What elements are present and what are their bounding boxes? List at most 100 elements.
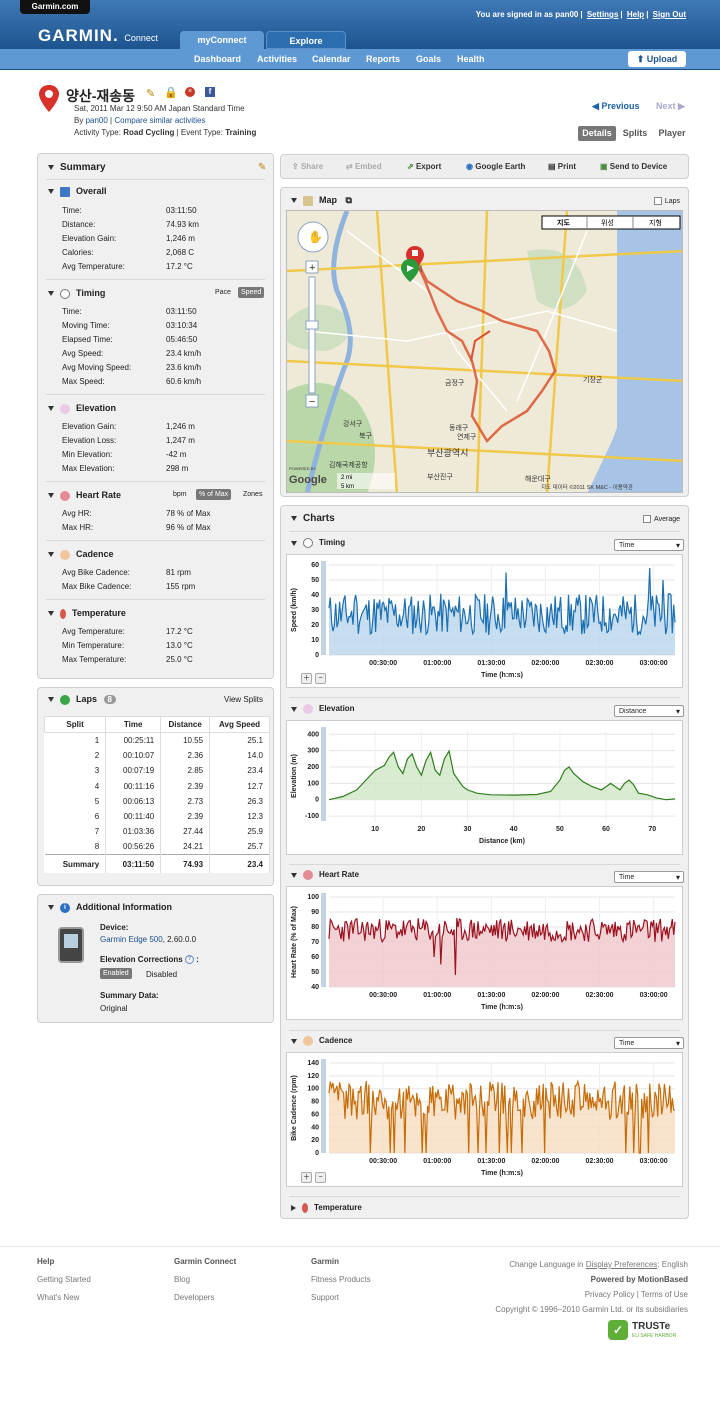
timing-x-axis-select[interactable]: Time bbox=[614, 539, 684, 551]
svg-text:+: + bbox=[309, 262, 315, 274]
temperature-chart-header[interactable]: Temperature bbox=[291, 1203, 362, 1213]
cadence-header[interactable]: Cadence bbox=[48, 549, 114, 560]
table-row[interactable]: 2 00:10:07 2.36 14.0 bbox=[44, 747, 270, 764]
help-link[interactable]: Help bbox=[627, 10, 644, 19]
enabled-toggle[interactable]: Enabled bbox=[100, 968, 132, 979]
zoom-out-icon[interactable]: − bbox=[315, 673, 326, 684]
speed-toggle[interactable]: Speed bbox=[238, 287, 265, 298]
help-icon[interactable]: ? bbox=[184, 955, 194, 965]
map-type-satellite[interactable]: 위성 bbox=[601, 218, 614, 227]
share-button[interactable]: ⇪ Share bbox=[292, 162, 323, 171]
cadence-chart[interactable]: 0 20 40 60 80 100 120 140 00:30:00 01:00:00 01:30:… bbox=[286, 1052, 683, 1187]
charts-header[interactable]: Charts bbox=[291, 513, 335, 524]
y-tick-label: 0 bbox=[315, 1150, 319, 1157]
table-row[interactable]: 1 00:25:11 10.55 25.1 bbox=[44, 732, 270, 748]
heart-rate-chart[interactable]: 40 50 60 70 80 90 100 00:30:00 01:00:00 01:30:00 0… bbox=[286, 886, 683, 1020]
zoom-out-icon[interactable]: − bbox=[315, 1172, 326, 1183]
footer-link[interactable]: Getting Started bbox=[37, 1275, 91, 1284]
edit-icon[interactable]: ✎ bbox=[146, 87, 155, 100]
table-row[interactable]: 4 00:11:16 2.39 12.7 bbox=[44, 778, 270, 794]
zoom-in-icon[interactable]: ＋ bbox=[301, 673, 312, 684]
map-type-map[interactable]: 지도 bbox=[557, 218, 570, 227]
signout-link[interactable]: Sign Out bbox=[653, 10, 686, 19]
overall-header[interactable]: Overall bbox=[48, 186, 107, 197]
divider bbox=[289, 697, 680, 698]
percent-max-toggle[interactable]: % of Max bbox=[196, 489, 232, 500]
compare-link[interactable]: Compare similar activities bbox=[114, 116, 205, 125]
laps-header[interactable]: Laps 8 bbox=[48, 694, 116, 705]
tab-myconnect[interactable]: myConnect bbox=[180, 31, 264, 49]
y-tick-label: 90 bbox=[311, 909, 319, 916]
elevation-chart-header[interactable]: Elevation bbox=[291, 704, 355, 714]
user-link[interactable]: pan00 bbox=[86, 116, 108, 125]
heart-rate-header[interactable]: Heart Rate bbox=[48, 490, 121, 501]
garmin-com-link[interactable]: Garmin.com bbox=[20, 0, 90, 14]
map-header[interactable]: Map ⧉ bbox=[291, 195, 352, 206]
view-details[interactable]: Details bbox=[578, 126, 616, 141]
cadence-chart-header[interactable]: Cadence bbox=[291, 1036, 352, 1046]
speed-chart[interactable]: 0 10 20 30 40 50 60 00:30:00 01:00:00 01:30:00 02:… bbox=[286, 554, 683, 688]
timing-header[interactable]: Timing bbox=[48, 288, 105, 299]
route-map[interactable]: 양산시 금정구 부산광역시 동래구 연제구 기장군 강서구 북구 해운대구 부산… bbox=[286, 210, 683, 493]
pace-toggle[interactable]: Pace bbox=[212, 287, 234, 298]
previous-link[interactable]: ◀ Previous bbox=[592, 101, 639, 112]
additional-info-header[interactable]: i Additional Information bbox=[48, 902, 172, 913]
activity-title[interactable]: 양산-재송동 bbox=[66, 86, 135, 106]
tab-explore[interactable]: Explore bbox=[266, 31, 346, 49]
upload-button[interactable]: ⬆ Upload bbox=[628, 51, 686, 67]
export-button[interactable]: ⇗ Export bbox=[407, 162, 441, 171]
embed-icon: ⇄ bbox=[346, 162, 353, 171]
temperature-header[interactable]: Temperature bbox=[48, 608, 126, 619]
heart-rate-x-axis-select[interactable]: Time bbox=[614, 871, 684, 883]
nav-activities[interactable]: Activities bbox=[257, 54, 297, 64]
lock-icon[interactable]: 🔒 bbox=[164, 86, 178, 99]
summary-header[interactable]: Summary bbox=[48, 162, 106, 173]
nav-dashboard[interactable]: Dashboard bbox=[194, 54, 241, 64]
zones-toggle[interactable]: Zones bbox=[240, 489, 265, 500]
disabled-toggle[interactable]: Disabled bbox=[146, 970, 177, 979]
footer-link[interactable]: Fitness Products bbox=[311, 1275, 371, 1284]
footer-link[interactable]: Developers bbox=[174, 1293, 214, 1302]
embed-button[interactable]: ⇄ Embed bbox=[346, 162, 382, 171]
facebook-icon[interactable]: f bbox=[205, 87, 215, 97]
elevation-chart[interactable]: -100 0 100 200 300 400 10 20 30 40 50 60 70 Distance … bbox=[286, 720, 683, 855]
settings-link[interactable]: Settings bbox=[587, 10, 619, 19]
device-link[interactable]: Garmin Edge 500 bbox=[100, 935, 163, 944]
table-row[interactable]: 7 01:03:36 27.44 25.9 bbox=[44, 824, 270, 840]
view-player[interactable]: Player bbox=[655, 126, 689, 141]
popout-icon[interactable]: ⧉ bbox=[346, 195, 352, 205]
nav-goals[interactable]: Goals bbox=[416, 54, 441, 64]
laps-checkbox[interactable]: Laps bbox=[653, 197, 680, 205]
display-preferences-link[interactable]: Display Preferences bbox=[586, 1260, 658, 1269]
send-to-device-button[interactable]: ▣ Send to Device bbox=[600, 162, 667, 171]
nav-health[interactable]: Health bbox=[457, 54, 485, 64]
footer-link[interactable]: Blog bbox=[174, 1275, 190, 1284]
view-splits-link[interactable]: View Splits bbox=[224, 695, 263, 704]
google-earth-button[interactable]: ◉ Google Earth bbox=[466, 162, 525, 171]
map-type-terrain[interactable]: 지형 bbox=[649, 218, 662, 227]
elevation-x-axis-select[interactable]: Distance bbox=[614, 705, 684, 717]
policy-links[interactable]: Privacy Policy | Terms of Use bbox=[585, 1290, 688, 1299]
table-row[interactable]: 5 00:06:13 2.73 26.3 bbox=[44, 793, 270, 809]
elevation-header[interactable]: Elevation bbox=[48, 403, 116, 414]
table-row[interactable]: 3 00:07:19 2.85 23.4 bbox=[44, 763, 270, 779]
footer-link[interactable]: What's New bbox=[37, 1293, 79, 1302]
table-row[interactable]: 8 00:56:26 24.21 25.7 bbox=[44, 839, 270, 855]
garmin-logo[interactable]: GARMIN. Connect bbox=[38, 26, 158, 46]
view-splits[interactable]: Splits bbox=[620, 126, 650, 141]
zoom-in-icon[interactable]: ＋ bbox=[301, 1172, 312, 1183]
delete-icon[interactable]: × bbox=[185, 87, 195, 97]
timing-chart-header[interactable]: Timing bbox=[291, 538, 345, 548]
truste-badge[interactable]: ✓ TRUSTe EU SAFE HARBOR bbox=[608, 1320, 688, 1342]
heart-rate-chart-header[interactable]: Heart Rate bbox=[291, 870, 359, 880]
footer-divider bbox=[0, 1246, 720, 1247]
nav-reports[interactable]: Reports bbox=[366, 54, 400, 64]
nav-calendar[interactable]: Calendar bbox=[312, 54, 351, 64]
bpm-toggle[interactable]: bpm bbox=[170, 489, 190, 500]
print-button[interactable]: ▤ Print bbox=[548, 162, 576, 171]
average-checkbox[interactable]: Average bbox=[643, 515, 680, 523]
cadence-x-axis-select[interactable]: Time bbox=[614, 1037, 684, 1049]
table-row[interactable]: 6 00:11:40 2.39 12.3 bbox=[44, 808, 270, 825]
edit-summary-icon[interactable]: ✎ bbox=[258, 162, 266, 173]
footer-link[interactable]: Support bbox=[311, 1293, 339, 1302]
